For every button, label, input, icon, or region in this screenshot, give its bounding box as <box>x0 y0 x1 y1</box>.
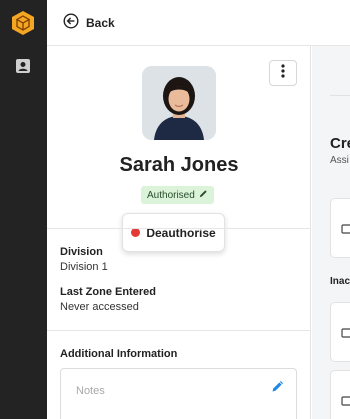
credential-card[interactable] <box>330 198 350 258</box>
credential-card[interactable] <box>330 370 350 419</box>
more-vertical-icon <box>281 63 285 83</box>
pencil-icon[interactable] <box>271 379 285 393</box>
notes-field[interactable]: Notes <box>60 368 297 419</box>
division-value: Division 1 <box>60 261 108 273</box>
person-photo <box>142 66 216 140</box>
back-label: Back <box>86 16 115 30</box>
id-card-icon[interactable] <box>14 57 32 75</box>
status-badge[interactable]: Authorised <box>141 186 214 204</box>
inactive-label: Inac <box>330 276 350 287</box>
red-dot-icon <box>131 228 141 237</box>
divider <box>47 330 311 331</box>
credential-card[interactable] <box>330 302 350 362</box>
credentials-title: Cre <box>330 135 350 152</box>
division-label: Division <box>60 246 103 258</box>
deauthorise-option[interactable]: Deauthorise <box>122 213 225 252</box>
person-name: Sarah Jones <box>119 154 239 176</box>
card-icon <box>341 328 350 338</box>
sidebar <box>0 0 47 419</box>
divider <box>47 228 311 229</box>
cube-logo-icon[interactable] <box>10 10 36 36</box>
card-icon <box>341 224 350 234</box>
back-button[interactable]: Back <box>63 12 115 34</box>
card-icon <box>341 396 350 406</box>
notes-placeholder: Notes <box>76 385 105 397</box>
last-zone-value: Never accessed <box>60 301 139 313</box>
more-options-button[interactable] <box>269 60 297 86</box>
additional-information-title: Additional Information <box>60 348 178 360</box>
top-bar: Back <box>47 0 350 46</box>
pencil-icon <box>199 189 208 201</box>
profile-panel: Sarah Jones Authorised Deauthorise Divis… <box>47 46 311 419</box>
arrow-left-circle-icon <box>63 12 79 34</box>
divider <box>330 95 350 96</box>
credentials-subtitle: Assi <box>330 155 349 166</box>
last-zone-label: Last Zone Entered <box>60 286 156 298</box>
credentials-panel: Cre Assi Inac <box>312 46 350 419</box>
status-label: Authorised <box>147 189 195 201</box>
